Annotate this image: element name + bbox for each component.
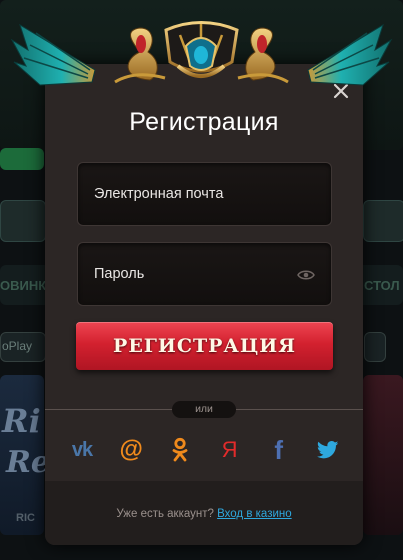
close-icon xyxy=(333,83,349,99)
bg-provider-box-right xyxy=(364,332,386,362)
yandex-login-button[interactable]: Я xyxy=(215,436,245,464)
twitter-icon xyxy=(316,441,339,459)
mail-icon: @ xyxy=(119,436,143,463)
bg-game-title-2: Re xyxy=(6,445,51,480)
twitter-login-button[interactable] xyxy=(313,436,343,464)
vk-icon: vk xyxy=(71,438,93,461)
yandex-icon: Я xyxy=(221,437,238,462)
vk-login-button[interactable]: vk xyxy=(67,436,97,464)
modal-title: Регистрация xyxy=(129,108,279,136)
or-label: или xyxy=(172,401,236,418)
odnoklassniki-login-button[interactable] xyxy=(165,436,195,464)
register-button[interactable]: РЕГИСТРАЦИЯ xyxy=(76,322,333,370)
facebook-login-button[interactable]: f xyxy=(264,434,294,465)
bg-game-caption: RIC xyxy=(16,512,35,524)
bg-tab-new: ОВИНК xyxy=(0,278,47,293)
email-field[interactable]: Электронная почта xyxy=(77,162,332,226)
have-account-line: Уже есть аккаунт? Вход в казино xyxy=(45,508,363,520)
show-password-icon[interactable] xyxy=(297,268,315,286)
have-account-text: Уже есть аккаунт? xyxy=(116,508,214,520)
email-placeholder: Электронная почта xyxy=(94,186,224,202)
bg-arrow-box-right xyxy=(363,200,403,242)
mail-login-button[interactable]: @ xyxy=(116,436,146,464)
bg-green-button xyxy=(0,148,44,170)
social-login-list: vk @ Я f xyxy=(67,434,343,465)
password-field[interactable]: Пароль xyxy=(77,242,332,306)
login-link[interactable]: Вход в казино xyxy=(217,508,292,520)
bg-game-title: Ri xyxy=(2,402,41,440)
bg-game-tile-right xyxy=(363,375,403,535)
bg-tab-table: СТОЛ xyxy=(364,278,400,293)
bg-arrow-box xyxy=(0,200,46,242)
registration-modal: Регистрация Электронная почта Пароль РЕГ… xyxy=(45,64,363,545)
bg-provider: oPlay xyxy=(2,339,33,353)
password-placeholder: Пароль xyxy=(94,266,145,282)
facebook-icon: f xyxy=(274,434,284,465)
odnoklassniki-icon xyxy=(172,437,188,462)
close-button[interactable] xyxy=(332,82,350,100)
